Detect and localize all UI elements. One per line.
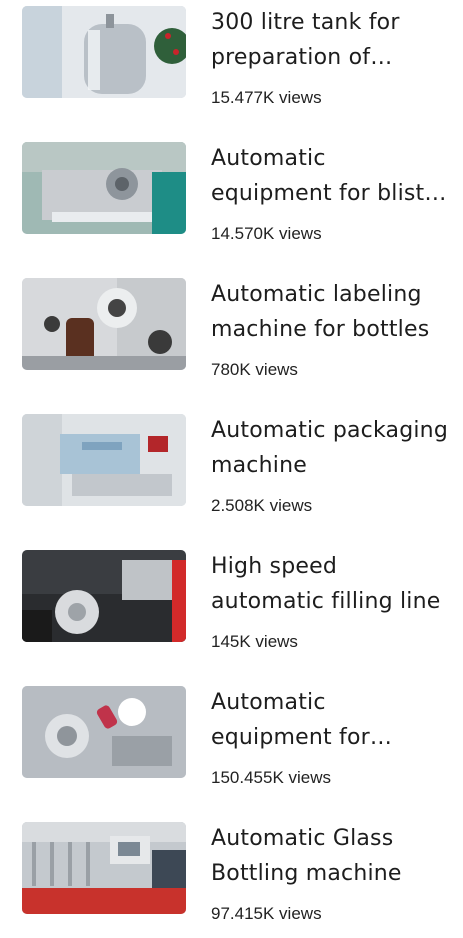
video-title[interactable]: Automatic equipment for capsule filling	[211, 685, 451, 755]
video-list-item[interactable]: Automatic equipment for capsule filling 1…	[0, 682, 463, 802]
video-thumbnail[interactable]	[22, 550, 186, 642]
video-view-count: 150.455K views	[211, 768, 332, 787]
video-thumbnail[interactable]	[22, 822, 186, 914]
video-list-item[interactable]: Automatic labeling machine for bottles 78…	[0, 274, 463, 394]
video-list-item[interactable]: Automatic packaging machine 2.508K views	[0, 410, 463, 530]
video-title[interactable]: High speed automatic filling line	[211, 549, 451, 619]
video-thumbnail[interactable]	[22, 686, 186, 778]
video-title[interactable]: Automatic labeling machine for bottles	[211, 277, 451, 347]
video-title[interactable]: Automatic equipment for blister packing	[211, 141, 451, 211]
video-view-count: 15.477K views	[211, 88, 322, 107]
video-title[interactable]: Automatic packaging machine	[211, 413, 451, 483]
video-view-count: 14.570K views	[211, 224, 322, 243]
video-list-item[interactable]: Automatic Glass Bottling machine 97.415K …	[0, 818, 463, 938]
video-title[interactable]: Automatic Glass Bottling machine	[211, 821, 451, 891]
video-thumbnail[interactable]	[22, 6, 186, 98]
video-list-item[interactable]: 300 litre tank for preparation of soluti…	[0, 2, 463, 122]
video-thumbnail[interactable]	[22, 142, 186, 234]
video-list: 300 litre tank for preparation of soluti…	[0, 0, 463, 925]
video-list-item[interactable]: High speed automatic filling line 145K vi…	[0, 546, 463, 666]
video-list-item[interactable]: Automatic equipment for blister packing 1…	[0, 138, 463, 258]
video-view-count: 2.508K views	[211, 496, 313, 515]
video-thumbnail[interactable]	[22, 278, 186, 370]
video-view-count: 97.415K views	[211, 904, 322, 923]
video-thumbnail[interactable]	[22, 414, 186, 506]
video-view-count: 145K views	[211, 632, 298, 651]
video-title[interactable]: 300 litre tank for preparation of soluti…	[211, 5, 451, 75]
video-view-count: 780K views	[211, 360, 298, 379]
